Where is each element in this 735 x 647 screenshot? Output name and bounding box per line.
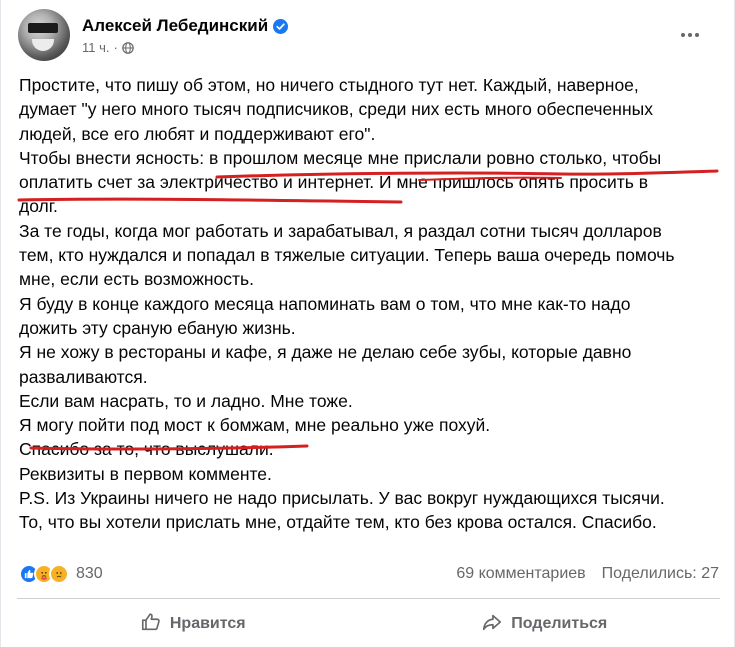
thumbs-up-icon xyxy=(140,611,162,638)
more-dot-icon xyxy=(681,33,685,37)
actions-divider xyxy=(17,598,720,599)
stats-right: 69 комментариев Поделились: 27 xyxy=(456,565,719,583)
post-line: дожить эту сраную ебаную жизнь. xyxy=(19,317,296,338)
post-line: тем, кто нуждался и попадал в тяжелые си… xyxy=(19,245,675,266)
sad-reaction-icon xyxy=(49,564,69,584)
post-line: Я буду в конце каждого месяца напоминать… xyxy=(19,293,631,314)
post-line: оплатить счет за электричество и интерне… xyxy=(19,172,649,193)
post-timestamp[interactable]: 11 ч. xyxy=(82,40,110,55)
post-line: Чтобы внести ясность: в прошлом месяце м… xyxy=(19,147,662,168)
post-card: Алексей Лебединский 11 ч. · Простите, чт… xyxy=(0,0,735,647)
post-line: Я не хожу в рестораны и кафе, я даже не … xyxy=(19,342,632,363)
author-name-row: Алексей Лебединский xyxy=(82,15,289,37)
post-line: Если вам насрать, то и ладно. Мне тоже. xyxy=(19,390,353,411)
comments-count-link[interactable]: 69 комментариев xyxy=(456,565,585,583)
post-header: Алексей Лебединский 11 ч. · xyxy=(18,9,718,61)
verified-badge-icon xyxy=(273,18,289,34)
shares-count-link[interactable]: Поделились: 27 xyxy=(602,565,719,583)
post-line: За те годы, когда мог работать и зарабат… xyxy=(19,220,662,241)
author-name[interactable]: Алексей Лебединский xyxy=(82,16,268,36)
post-line: То, что вы хотели прислать мне, отдайте … xyxy=(19,512,657,533)
meta-separator: · xyxy=(113,40,118,55)
more-options-button[interactable] xyxy=(672,23,708,47)
post-text: Простите, что пишу об этом, но ничего ст… xyxy=(19,73,719,535)
post-line: P.S. Из Украины ничего не надо присылать… xyxy=(19,488,665,509)
share-arrow-icon xyxy=(481,611,503,638)
post-line: Я могу пойти под мост к бомжам, мне реал… xyxy=(19,415,491,436)
post-line: людей, все его любят и поддерживают его"… xyxy=(19,123,376,144)
post-actions-bar: Нравится Поделиться xyxy=(17,604,720,644)
like-button[interactable]: Нравится xyxy=(17,604,369,644)
like-button-label: Нравится xyxy=(169,615,246,632)
post-line: Простите, что пишу об этом, но ничего ст… xyxy=(19,75,639,95)
post-stats: 830 69 комментариев Поделились: 27 xyxy=(19,562,719,586)
post-line: Спасибо за то, что выслушали. xyxy=(19,439,274,460)
more-dot-icon xyxy=(688,33,692,37)
post-line: разваливаются. xyxy=(19,366,148,387)
share-button[interactable]: Поделиться xyxy=(369,604,721,644)
author-avatar[interactable] xyxy=(18,9,70,61)
reactions-summary[interactable]: 830 xyxy=(19,564,103,584)
post-meta-row: 11 ч. · xyxy=(82,40,288,55)
more-dot-icon xyxy=(695,33,699,37)
post-line: мне, если есть возможность. xyxy=(19,269,255,290)
share-button-label: Поделиться xyxy=(511,615,608,632)
post-line: Реквизиты в первом комменте. xyxy=(19,463,272,484)
post-line: долг. xyxy=(19,196,58,217)
post-line: думает "у него много тысяч подписчиков, … xyxy=(19,99,653,120)
author-meta: Алексей Лебединский 11 ч. · xyxy=(82,15,289,55)
reactions-count[interactable]: 830 xyxy=(76,565,103,583)
globe-icon xyxy=(122,41,134,54)
